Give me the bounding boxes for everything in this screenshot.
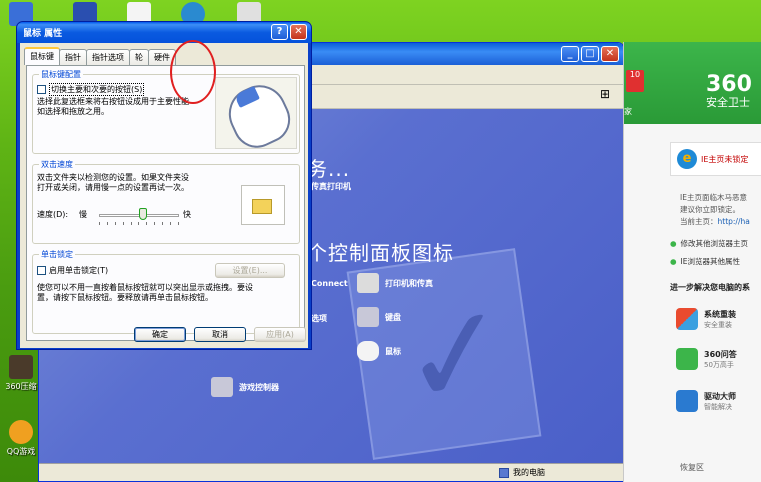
logo-sub: 安全卫士 — [706, 96, 750, 109]
group-double-click-speed: 双击速度 双击文件夹以检测您的设置。如果文件夹没 打开或关闭，请用慢一点的设置再… — [32, 159, 300, 244]
zip-icon — [9, 355, 33, 379]
desktop-icon-label: QQ游戏 — [6, 447, 36, 456]
icons-heading: 个控制面板图标 — [307, 241, 454, 265]
highlight-circle-annotation — [170, 40, 216, 104]
test-folder-icon[interactable] — [241, 185, 285, 225]
section-heading: 进一步解决您电脑的系 — [670, 283, 750, 292]
desktop-icon-360zip[interactable]: 360压缩 — [4, 355, 38, 392]
group-clicklock: 单击锁定 启用单击锁定(T) 设置(E)... 使您可以不用一直按着鼠标按钮就可… — [32, 249, 300, 334]
switch-buttons-checkbox[interactable]: 切换主要和次要的按钮(S) — [37, 83, 145, 96]
tab-wheel[interactable]: 轮 — [129, 49, 149, 65]
speed-fast-label: 快 — [183, 210, 191, 219]
cancel-button[interactable]: 取消 — [194, 327, 246, 342]
ie-icon: e — [677, 149, 697, 169]
qq-icon — [9, 420, 33, 444]
status-bar: 我的电脑 — [39, 463, 623, 481]
cp-item-game-controllers[interactable]: 游戏控制器 — [211, 377, 279, 397]
dialog-title: 鼠标 属性 — [23, 29, 63, 39]
panel360-header: 10 家 360 安全卫士 — [624, 42, 761, 124]
ie-lock-title: IE主页未锁定 — [701, 154, 749, 164]
mouse-icon — [357, 341, 379, 361]
tab-pointer-options[interactable]: 指针选项 — [86, 49, 130, 65]
tab-strip: 鼠标键 指针 指针选项 轮 硬件 — [24, 47, 176, 65]
homepage-link[interactable]: http://ha — [718, 217, 750, 226]
cp-item-connect[interactable]: Connect — [311, 279, 348, 288]
status-my-computer: 我的电脑 — [499, 467, 545, 478]
windows-flag-icon: ⊞ — [599, 87, 611, 101]
mouse-illustration-icon — [215, 76, 298, 156]
button-config-desc-2: 如选择和拖放之用。 — [37, 107, 109, 116]
tool-driver-master[interactable]: 驱动大师 智能解决 — [676, 390, 761, 412]
mouse-properties-dialog: 鼠标 属性 ? ✕ 鼠标键 指针 指针选项 轮 硬件 鼠标键配置 切换主要和次要… — [16, 21, 312, 350]
minimize-button[interactable]: _ — [561, 46, 579, 62]
badge-10: 10 — [626, 70, 644, 92]
cp-item-options[interactable]: 选项 — [311, 313, 327, 324]
question-bubble-icon — [676, 348, 698, 370]
computer-icon — [499, 467, 509, 478]
desc-line-2: 建议你立即锁定。 — [680, 205, 740, 214]
dialog-close-button[interactable]: ✕ — [290, 24, 307, 40]
group-label: 单击锁定 — [39, 249, 75, 260]
group-button-config: 鼠标键配置 切换主要和次要的按钮(S) 选择此复选框来将右按钮设成用于主要性能 … — [32, 69, 300, 156]
slider-ticks — [99, 222, 179, 225]
speed-slider-thumb[interactable] — [139, 208, 147, 220]
tool-system-reinstall[interactable]: 系统重装 安全重装 — [676, 308, 761, 330]
speed-slow-label: 慢 — [79, 210, 87, 219]
group-label: 双击速度 — [39, 159, 75, 170]
clicklock-desc-2: 置，请按下鼠标按钮。要释放请再单击鼠标按钮。 — [37, 293, 213, 302]
clicklock-settings-button[interactable]: 设置(E)... — [215, 263, 285, 278]
cp-item-mouse[interactable]: 鼠标 — [357, 341, 401, 361]
button-config-desc-1: 选择此复选框来将右按钮设成用于主要性能 — [37, 97, 189, 106]
tab-panel-buttons: 鼠标键配置 切换主要和次要的按钮(S) 选择此复选框来将右按钮设成用于主要性能 … — [26, 65, 305, 341]
close-button[interactable]: ✕ — [601, 46, 619, 62]
tab-buttons[interactable]: 鼠标键 — [24, 47, 60, 65]
tasks-heading: 务... — [307, 157, 351, 181]
printer-icon — [357, 273, 379, 293]
desktop-icon-label: 360压缩 — [5, 382, 37, 391]
dialog-titlebar[interactable]: 鼠标 属性 ? ✕ — [17, 22, 311, 43]
desktop-icon-qqgame[interactable]: QQ游戏 — [4, 420, 38, 457]
keyboard-icon — [357, 307, 379, 327]
driver-icon — [676, 390, 698, 412]
apply-button[interactable]: 应用(A) — [254, 327, 306, 342]
ie-lock-card[interactable]: e IE主页未锁定 — [670, 142, 761, 176]
group-label: 鼠标键配置 — [39, 69, 83, 80]
security-360-panel: 10 家 360 安全卫士 e IE主页未锁定 IE主页面临木马恶意 建议你立即… — [623, 42, 761, 482]
side-label: 家 — [624, 107, 632, 116]
bullet-other-browsers[interactable]: 修改其他浏览器主页 — [670, 238, 749, 249]
ok-button[interactable]: 确定 — [134, 327, 186, 342]
tool-360-qa[interactable]: 360问答 50万高手 — [676, 348, 761, 370]
clicklock-desc-1: 使您可以不用一直按着鼠标按钮就可以突出显示或拖拽。要设 — [37, 283, 253, 292]
speed-desc-2: 打开或关闭，请用慢一点的设置再试一次。 — [37, 183, 189, 192]
cp-item-keyboard[interactable]: 键盘 — [357, 307, 401, 327]
enable-clicklock-checkbox[interactable]: 启用单击锁定(T) — [37, 265, 108, 276]
windows-logo-icon — [676, 308, 698, 330]
speed-desc-1: 双击文件夹以检测您的设置。如果文件夹没 — [37, 173, 189, 182]
bullet-ie-properties[interactable]: IE浏览器其他属性 — [670, 256, 740, 267]
tab-pointers[interactable]: 指针 — [59, 49, 87, 65]
cp-item-printers[interactable]: 打印机和传真 — [357, 273, 433, 293]
maximize-button[interactable]: □ — [581, 46, 599, 62]
recovery-area-link[interactable]: 恢复区 — [680, 462, 704, 473]
dialog-body: 鼠标键 指针 指针选项 轮 硬件 鼠标键配置 切换主要和次要的按钮(S) 选择此… — [20, 43, 308, 348]
joystick-icon — [211, 377, 233, 397]
desc-line-1: IE主页面临木马恶意 — [680, 193, 747, 202]
help-button[interactable]: ? — [271, 24, 288, 40]
cp-item-fax-printers[interactable]: 传真打印机 — [311, 181, 351, 192]
speed-label: 速度(D): — [37, 210, 69, 219]
desc-line-3: 当前主页：http://ha — [680, 217, 750, 226]
